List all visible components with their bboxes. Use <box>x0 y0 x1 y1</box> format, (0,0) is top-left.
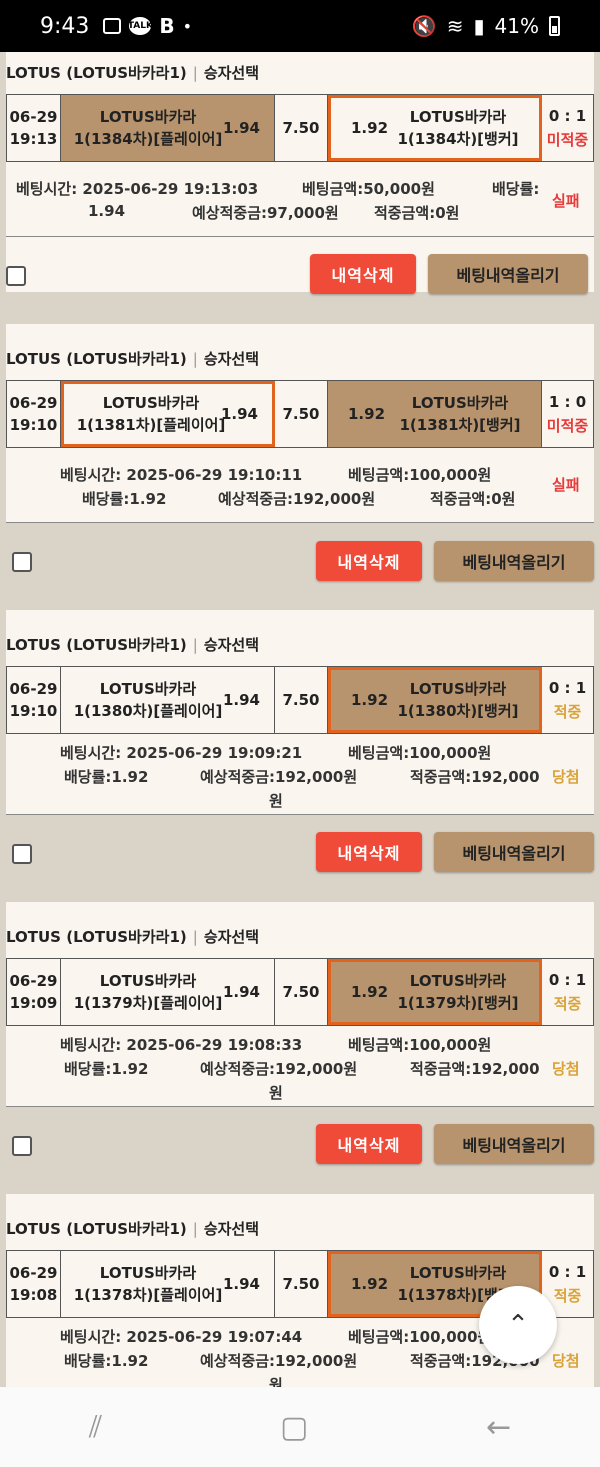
card-title: LOTUS (LOTUS바카라1) | 승자선택 <box>6 636 260 654</box>
upload-history-button[interactable]: 베팅내역올리기 <box>428 254 588 294</box>
match-row: 06-29 19:09 LOTUS바카라1(1379차)[플레이어] 1.94 … <box>6 958 594 1026</box>
match-datetime: 06-29 19:10 <box>7 381 61 447</box>
bet-card: LOTUS (LOTUS바카라1) | 승자선택 06-29 19:10 LOTUS… <box>6 610 594 814</box>
home-option[interactable]: LOTUS바카라1(1379차)[플레이어] 1.94 <box>61 959 275 1025</box>
card-title: LOTUS (LOTUS바카라1) | 승자선택 <box>6 64 260 82</box>
match-row: 06-29 19:10 LOTUS바카라1(1380차)[플레이어] 1.94 … <box>6 666 594 734</box>
back-icon[interactable]: ← <box>486 1410 511 1445</box>
bet-card: LOTUS (LOTUS바카라1) | 승자선택 06-29 19:10 LOTUS… <box>6 324 594 522</box>
match-datetime: 06-29 19:09 <box>7 959 61 1025</box>
select-checkbox[interactable] <box>6 266 26 286</box>
dot-icon: • <box>182 16 193 36</box>
draw-odd[interactable]: 7.50 <box>275 381 328 447</box>
recent-apps-icon[interactable]: ⫽ <box>89 1410 102 1445</box>
card-title: LOTUS (LOTUS바카라1) | 승자선택 <box>6 1220 260 1238</box>
status-time: 9:43 <box>40 13 90 39</box>
away-option-selected[interactable]: 1.92 LOTUS바카라1(1384차)[뱅커] <box>328 95 542 161</box>
delete-history-button[interactable]: 내역삭제 <box>310 254 416 294</box>
battery-icon <box>549 16 560 36</box>
delete-history-button[interactable]: 내역삭제 <box>316 541 422 581</box>
signal-icon: ▮ <box>473 14 485 38</box>
upload-history-button[interactable]: 베팅내역올리기 <box>434 832 594 872</box>
bet-card: LOTUS (LOTUS바카라1) | 승자선택 06-29 19:09 LOTUS… <box>6 902 594 1106</box>
upload-history-button[interactable]: 베팅내역올리기 <box>434 1124 594 1164</box>
match-row: 06-29 19:13 LOTUS바카라1(1384차)[플레이어] 1.94 … <box>6 94 594 162</box>
select-checkbox[interactable] <box>12 844 32 864</box>
mute-icon: 🔇 <box>411 14 437 38</box>
wifi-icon: ≋ <box>446 14 464 38</box>
result-badge: 실패 <box>552 192 580 210</box>
match-datetime: 06-29 19:10 <box>7 667 61 733</box>
draw-odd[interactable]: 7.50 <box>275 95 328 161</box>
score-status: 0 : 1 미적중 <box>546 107 589 149</box>
upload-history-button[interactable]: 베팅내역올리기 <box>434 541 594 581</box>
battery-percent: 41% <box>494 14 539 38</box>
chevron-up-icon: ⌃ <box>507 1310 529 1340</box>
card-title: LOTUS (LOTUS바카라1) | 승자선택 <box>6 350 260 368</box>
card-title: LOTUS (LOTUS바카라1) | 승자선택 <box>6 928 260 946</box>
delete-history-button[interactable]: 내역삭제 <box>316 1124 422 1164</box>
result-badge: 당첨 <box>552 1352 580 1370</box>
b-app-icon: B <box>159 14 175 38</box>
status-bar: 9:43 TALK B • 🔇 ≋ ▮ 41% <box>0 0 600 52</box>
home-option[interactable]: LOTUS바카라1(1378차)[플레이어] 1.94 <box>61 1251 275 1317</box>
select-checkbox[interactable] <box>12 1136 32 1156</box>
home-option[interactable]: LOTUS바카라1(1380차)[플레이어] 1.94 <box>61 667 275 733</box>
match-datetime: 06-29 19:08 <box>7 1251 61 1317</box>
select-checkbox[interactable] <box>12 552 32 572</box>
away-option-selected[interactable]: 1.92 LOTUS바카라1(1380차)[뱅커] <box>328 667 542 733</box>
kakaotalk-icon: TALK <box>128 17 153 35</box>
away-option[interactable]: 1.92 LOTUS바카라1(1381차)[뱅커] <box>328 381 542 447</box>
draw-odd[interactable]: 7.50 <box>275 959 328 1025</box>
home-icon[interactable]: ▢ <box>280 1410 308 1445</box>
result-badge: 실패 <box>552 476 580 494</box>
draw-odd[interactable]: 7.50 <box>275 667 328 733</box>
draw-odd[interactable]: 7.50 <box>275 1251 328 1317</box>
score-status: 1 : 0 미적중 <box>546 393 589 435</box>
android-nav-bar: ⫽ ▢ ← <box>0 1387 600 1467</box>
match-row: 06-29 19:10 LOTUS바카라1(1381차)[플레이어] 1.94 … <box>6 380 594 448</box>
home-option-selected[interactable]: LOTUS바카라1(1381차)[플레이어] 1.94 <box>61 381 275 447</box>
score-status: 0 : 1 적중 <box>548 971 587 1013</box>
delete-history-button[interactable]: 내역삭제 <box>316 832 422 872</box>
scroll-to-top-button[interactable]: ⌃ <box>479 1286 557 1364</box>
result-badge: 당첨 <box>552 1060 580 1078</box>
gallery-icon <box>103 18 122 34</box>
result-badge: 당첨 <box>552 768 580 786</box>
bet-history-list[interactable]: LOTUS (LOTUS바카라1) | 승자선택 06-29 19:13 LOTUS… <box>0 52 600 1387</box>
home-option[interactable]: LOTUS바카라1(1384차)[플레이어] 1.94 <box>61 95 275 161</box>
away-option-selected[interactable]: 1.92 LOTUS바카라1(1379차)[뱅커] <box>328 959 542 1025</box>
match-datetime: 06-29 19:13 <box>7 95 61 161</box>
score-status: 0 : 1 적중 <box>548 679 587 721</box>
